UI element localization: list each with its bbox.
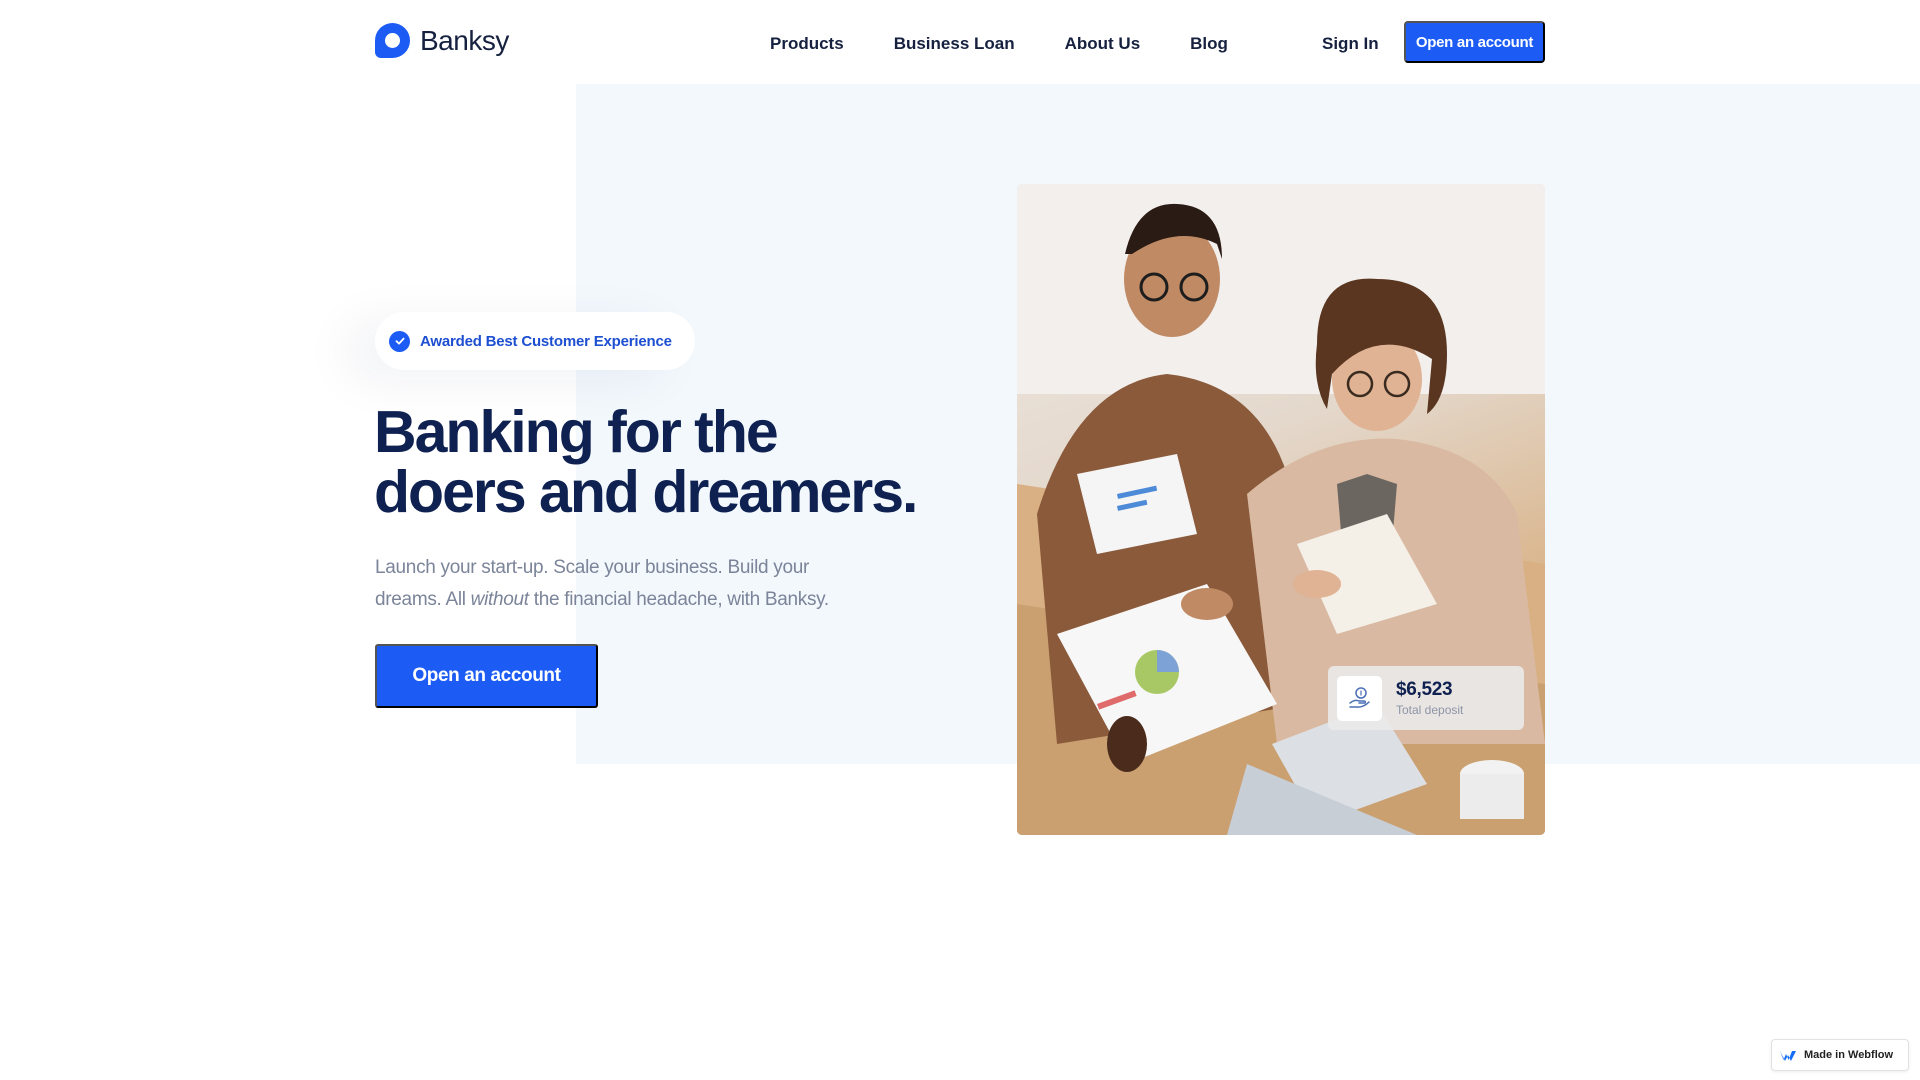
- webflow-badge-label: Made in Webflow: [1804, 1049, 1894, 1061]
- webflow-logo-icon: [1780, 1050, 1796, 1061]
- total-deposit-card: $6,523 Total deposit: [1328, 666, 1524, 730]
- nav-link-about-us[interactable]: About Us: [1065, 34, 1141, 54]
- award-badge-label: Awarded Best Customer Experience: [420, 332, 672, 350]
- hero-headline: Banking for the doers and dreamers.: [374, 402, 934, 522]
- hero-headline-line-2: doers and dreamers.: [374, 459, 918, 525]
- hero-subtext-part-2: the financial headache, with Banksy.: [533, 589, 829, 610]
- award-badge: Awarded Best Customer Experience: [375, 312, 695, 370]
- hero-subtext-emphasis: without: [470, 589, 529, 610]
- nav-link-products[interactable]: Products: [770, 34, 844, 54]
- made-in-webflow-badge[interactable]: Made in Webflow: [1771, 1039, 1909, 1071]
- nav-link-blog[interactable]: Blog: [1190, 34, 1228, 54]
- sign-in-link[interactable]: Sign In: [1322, 34, 1379, 54]
- check-circle-icon: [389, 330, 410, 352]
- hero-photo-business-meeting: [1017, 184, 1545, 835]
- banksy-logo-icon: [375, 23, 410, 58]
- hero-subtext: Launch your start-up. Scale your busines…: [375, 552, 845, 616]
- brand-name: Banksy: [420, 24, 509, 56]
- hero-photo-illustration: [1017, 184, 1545, 835]
- nav-open-account-button[interactable]: Open an account: [1404, 21, 1545, 63]
- brand-logo[interactable]: Banksy: [375, 23, 509, 58]
- hero-headline-line-1: Banking for the: [374, 399, 779, 465]
- total-deposit-info: $6,523 Total deposit: [1396, 679, 1463, 717]
- top-navigation: Banksy Products Business Loan About Us B…: [0, 0, 1920, 84]
- hand-coin-icon: [1337, 675, 1382, 721]
- hero-open-account-button[interactable]: Open an account: [375, 644, 598, 708]
- nav-links: Products Business Loan About Us Blog: [770, 34, 1278, 54]
- total-deposit-label: Total deposit: [1396, 703, 1464, 717]
- total-deposit-amount: $6,523: [1396, 679, 1453, 700]
- nav-link-business-loan[interactable]: Business Loan: [894, 34, 1015, 54]
